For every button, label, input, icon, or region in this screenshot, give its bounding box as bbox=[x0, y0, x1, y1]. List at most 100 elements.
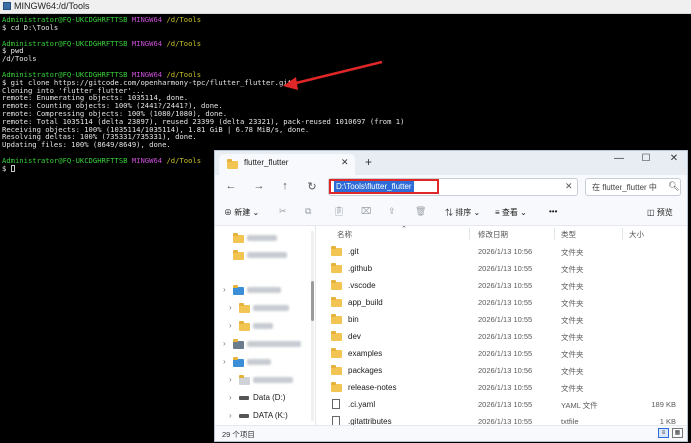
file-row[interactable]: dev 2026/1/13 10:55 文件夹 bbox=[316, 328, 676, 345]
folder-icon bbox=[331, 365, 342, 375]
terminal-prompt-line: Administrator@FQ-UKCDGHRFTTSB MINGW64 /d… bbox=[2, 38, 202, 48]
folder-icon bbox=[227, 159, 238, 169]
chevron-right-icon[interactable]: › bbox=[229, 393, 232, 402]
file-row[interactable]: packages 2026/1/13 10:56 文件夹 bbox=[316, 362, 676, 379]
maximize-button[interactable]: ☐ bbox=[637, 153, 655, 164]
file-name: .github bbox=[348, 264, 373, 273]
preview-button[interactable]: ◫ 预览 bbox=[647, 207, 673, 218]
sort-ascending-icon: ⌃ bbox=[401, 226, 407, 233]
share-icon[interactable]: ⇪ bbox=[388, 206, 396, 217]
terminal-output-line: $ cd D:\Tools bbox=[2, 22, 59, 32]
close-window-button[interactable]: ✕ bbox=[665, 153, 683, 164]
file-date: 2026/1/13 10:55 bbox=[478, 298, 533, 307]
new-tab-button[interactable]: + bbox=[365, 156, 372, 168]
column-header-date[interactable]: 修改日期 bbox=[478, 229, 508, 240]
sort-button[interactable]: ⇅ 排序 ⌄ bbox=[445, 207, 480, 218]
more-options-button[interactable]: ••• bbox=[549, 207, 557, 216]
search-icon: 🔍︎ bbox=[668, 181, 680, 191]
file-row[interactable]: app_build 2026/1/13 10:55 文件夹 bbox=[316, 294, 676, 311]
column-divider[interactable] bbox=[622, 228, 623, 240]
plus-circle-icon: ⊕ bbox=[224, 208, 232, 217]
nav-item-blurred[interactable] bbox=[215, 247, 315, 263]
tiles-view-button[interactable]: ▦ bbox=[672, 428, 683, 438]
file-type: YAML 文件 bbox=[561, 401, 598, 410]
clear-address-icon[interactable]: ✕ bbox=[565, 181, 573, 192]
search-input[interactable]: 在 flutter_flutter 中 🔍︎ bbox=[585, 178, 681, 196]
file-type: 文件夹 bbox=[561, 316, 584, 325]
nav-item-blurred[interactable] bbox=[215, 230, 315, 246]
terminal-output-line: Updating files: 100% (8649/8649), done. bbox=[2, 140, 171, 150]
terminal-title: MINGW64:/d/Tools bbox=[14, 1, 90, 11]
nav-item-blurred[interactable]: › bbox=[215, 300, 315, 316]
nav-item-blurred[interactable]: › bbox=[215, 282, 315, 298]
drive-icon bbox=[239, 414, 249, 418]
nav-item-blurred[interactable]: › bbox=[215, 336, 315, 352]
column-divider[interactable] bbox=[469, 228, 470, 240]
nav-item-blurred[interactable]: › bbox=[215, 354, 315, 370]
file-type: 文件夹 bbox=[561, 350, 584, 359]
column-headers: 名称 ⌃ 修改日期 类型 大小 bbox=[316, 226, 687, 242]
file-name: release-notes bbox=[348, 383, 397, 392]
close-tab-icon[interactable]: ✕ bbox=[341, 157, 349, 168]
nav-scrollbar-thumb[interactable] bbox=[311, 281, 314, 321]
view-button[interactable]: ≡ 查看 ⌄ bbox=[495, 207, 527, 218]
cut-icon[interactable]: ✂ bbox=[279, 206, 287, 217]
file-date: 2026/1/13 10:56 bbox=[478, 247, 533, 256]
file-type: 文件夹 bbox=[561, 333, 584, 342]
nav-scrollbar-track[interactable] bbox=[311, 231, 314, 421]
terminal-output-line: $ bbox=[2, 164, 15, 173]
tab-flutter-flutter[interactable]: flutter_flutter ✕ bbox=[219, 154, 355, 175]
file-row[interactable]: .git 2026/1/13 10:56 文件夹 bbox=[316, 243, 676, 260]
copy-icon[interactable]: ⧉ bbox=[305, 206, 311, 217]
folder-icon bbox=[331, 348, 342, 358]
file-type: 文件夹 bbox=[561, 265, 584, 274]
file-name: dev bbox=[348, 332, 361, 341]
delete-icon[interactable]: 🗑︎ bbox=[415, 206, 426, 217]
terminal-titlebar: MINGW64:/d/Tools bbox=[0, 0, 691, 14]
file-type: 文件夹 bbox=[561, 248, 584, 257]
refresh-button[interactable]: ↻ bbox=[305, 180, 319, 193]
column-divider[interactable] bbox=[554, 228, 555, 240]
folder-icon bbox=[331, 297, 342, 307]
nav-item-drive-d[interactable]: › Data (D:) bbox=[215, 390, 315, 406]
file-type: 文件夹 bbox=[561, 384, 584, 393]
file-date: 2026/1/13 10:55 bbox=[478, 349, 533, 358]
nav-item-drive-k[interactable]: › DATA (K:) bbox=[215, 408, 315, 424]
paste-icon[interactable]: 📋︎ bbox=[333, 206, 344, 217]
file-row[interactable]: .ci.yaml 2026/1/13 10:55 YAML 文件 189 KB bbox=[316, 396, 676, 413]
sort-icon: ⇅ bbox=[445, 208, 453, 217]
folder-icon bbox=[331, 263, 342, 273]
file-date: 2026/1/13 10:55 bbox=[478, 332, 533, 341]
file-date: 2026/1/13 10:56 bbox=[478, 366, 533, 375]
nav-item-blurred[interactable]: › bbox=[215, 372, 315, 388]
folder-icon bbox=[331, 314, 342, 324]
column-header-type[interactable]: 类型 bbox=[561, 229, 576, 240]
file-name: examples bbox=[348, 349, 383, 358]
file-name: .vscode bbox=[348, 281, 376, 290]
navigation-pane: › › › › › › › Data (D:) › DATA (K:) bbox=[215, 226, 316, 425]
column-header-name[interactable]: 名称 bbox=[337, 229, 352, 240]
file-row[interactable]: .github 2026/1/13 10:55 文件夹 bbox=[316, 260, 676, 277]
rename-icon[interactable]: ⌧ bbox=[361, 206, 371, 217]
minimize-button[interactable]: — bbox=[610, 153, 628, 164]
chevron-right-icon[interactable]: › bbox=[229, 411, 232, 420]
up-button[interactable]: ↑ bbox=[278, 180, 292, 192]
tab-label: flutter_flutter bbox=[244, 158, 289, 167]
new-button[interactable]: ⊕ 新建 ⌄ bbox=[224, 207, 259, 218]
file-row[interactable]: .vscode 2026/1/13 10:55 文件夹 bbox=[316, 277, 676, 294]
details-view-button[interactable]: ≡ bbox=[658, 428, 669, 438]
file-row[interactable]: release-notes 2026/1/13 10:55 文件夹 bbox=[316, 379, 676, 396]
file-row[interactable]: examples 2026/1/13 10:55 文件夹 bbox=[316, 345, 676, 362]
forward-button[interactable]: → bbox=[252, 180, 266, 192]
drive-icon bbox=[239, 396, 249, 400]
file-name: .ci.yaml bbox=[348, 400, 376, 409]
mingw-app-icon bbox=[3, 2, 11, 10]
terminal-output-line: /d/Tools bbox=[2, 54, 37, 64]
nav-item-label: Data (D:) bbox=[253, 393, 286, 402]
file-name: .git bbox=[348, 247, 359, 256]
item-count: 29 个项目 bbox=[222, 430, 255, 439]
column-header-size[interactable]: 大小 bbox=[629, 229, 644, 240]
nav-item-blurred[interactable]: › bbox=[215, 318, 315, 334]
file-row[interactable]: bin 2026/1/13 10:55 文件夹 bbox=[316, 311, 676, 328]
back-button[interactable]: ← bbox=[224, 180, 238, 192]
